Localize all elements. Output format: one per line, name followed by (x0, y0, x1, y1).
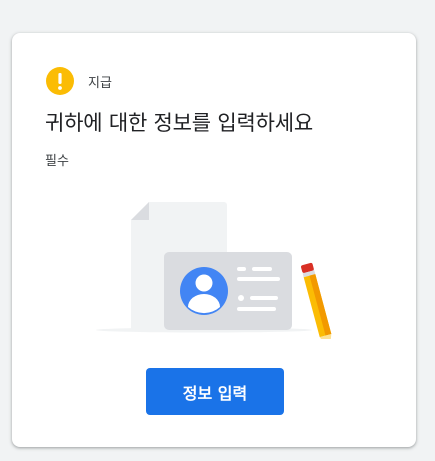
badge-label: 지급 (88, 75, 112, 91)
exclamation-icon (46, 67, 74, 95)
card-title: 귀하에 대한 정보를 입력하세요 (45, 111, 313, 135)
required-label: 필수 (45, 154, 69, 169)
urgency-badge: 지급 (46, 67, 112, 95)
id-card-illustration (96, 202, 332, 339)
enter-info-button[interactable]: 정보 입력 (146, 368, 284, 415)
info-request-card: 지급 귀하에 대한 정보를 입력하세요 필수 정보 입력 (12, 33, 416, 447)
